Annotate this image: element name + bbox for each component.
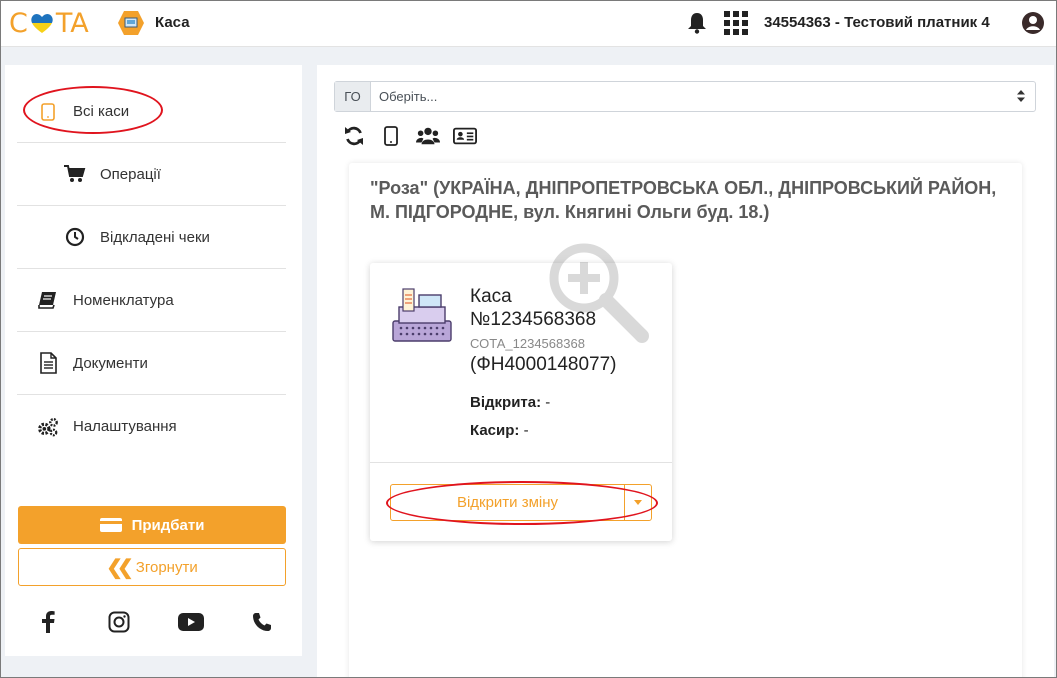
cashier-value: - — [519, 422, 529, 439]
sidebar-menu: Всі каси Операції Відкладені чеки Номенк… — [17, 81, 286, 458]
credit-card-icon — [99, 518, 122, 532]
account-label[interactable]: 34554363 - Тестовий платник 4 — [764, 14, 990, 31]
tablet-icon[interactable] — [379, 124, 403, 148]
opened-label: Відкрита: — [470, 394, 542, 411]
instagram-icon[interactable] — [106, 609, 132, 635]
top-header: C TA Каса 34554363 - Тестовий платник 4 — [1, 1, 1056, 47]
social-links — [35, 607, 275, 637]
bell-icon[interactable] — [685, 11, 709, 35]
collapse-button-label: Згорнути — [135, 558, 198, 576]
sidebar-item-nomenclature[interactable]: Номенклатура — [17, 269, 286, 332]
sidebar-item-label: Номенклатура — [73, 291, 174, 309]
go-select[interactable]: ГО Оберіть... — [334, 81, 1036, 112]
sidebar-item-label: Налаштування — [73, 418, 177, 435]
logo-text-left: C — [9, 7, 28, 39]
document-icon — [37, 352, 59, 374]
facebook-icon[interactable] — [35, 609, 61, 635]
apps-grid-icon[interactable] — [724, 11, 748, 35]
refresh-icon[interactable] — [342, 124, 366, 148]
book-icon — [37, 289, 59, 311]
go-select-prefix: ГО — [335, 82, 371, 111]
sidebar-item-operations[interactable]: Операції — [17, 143, 286, 206]
store-title: "Роза" (УКРАЇНА, ДНІПРОПЕТРОВСЬКА ОБЛ., … — [370, 178, 997, 222]
toolbar — [342, 124, 490, 148]
cashbox-app-icon — [118, 11, 144, 35]
cart-icon — [64, 163, 86, 185]
sidebar: Всі каси Операції Відкладені чеки Номенк… — [5, 65, 302, 656]
double-chevron-left-icon: ❮❮ — [106, 556, 133, 579]
buy-button-label: Придбати — [131, 516, 205, 534]
sidebar-item-label: Відкладені чеки — [100, 228, 210, 246]
youtube-icon[interactable] — [177, 609, 204, 635]
app-window: C TA Каса 34554363 - Тестовий платник 4 … — [0, 0, 1057, 678]
heart-logo-icon — [31, 14, 53, 33]
sota-logo[interactable]: C TA — [9, 7, 89, 39]
go-select-value[interactable]: Оберіть... — [371, 82, 1035, 111]
users-icon[interactable] — [416, 124, 440, 148]
select-arrows-icon — [1017, 90, 1025, 102]
sidebar-item-all-cash-registers[interactable]: Всі каси — [17, 81, 286, 143]
open-shift-split-button: Відкрити зміну — [390, 484, 652, 521]
phone-icon[interactable] — [249, 609, 275, 635]
open-shift-dropdown-toggle[interactable] — [624, 485, 651, 520]
open-shift-button[interactable]: Відкрити зміну — [391, 485, 624, 520]
caret-down-icon — [634, 500, 642, 505]
store-panel: "Роза" (УКРАЇНА, ДНІПРОПЕТРОВСЬКА ОБЛ., … — [349, 163, 1022, 677]
cash-register-card: Каса №1234568368 СОТА_1234568368 (ФН4000… — [370, 263, 672, 541]
cash-register-icon — [392, 288, 452, 342]
buy-button[interactable]: Придбати — [18, 506, 286, 544]
logo-text-right: TA — [55, 7, 89, 39]
cash-register-code: СОТА_1234568368 — [470, 336, 585, 351]
opened-status: Відкрита: - — [470, 394, 550, 411]
collapse-button[interactable]: ❮❮ Згорнути — [18, 548, 286, 586]
id-card-icon[interactable] — [453, 124, 477, 148]
cash-name-line2: №1234568368 — [470, 309, 597, 330]
sidebar-item-deferred-checks[interactable]: Відкладені чеки — [17, 206, 286, 269]
clock-icon — [64, 226, 86, 248]
opened-value: - — [541, 394, 551, 411]
sidebar-item-label: Всі каси — [73, 103, 130, 120]
gears-icon — [37, 416, 59, 438]
fiscal-number: (ФН4000148077) — [470, 354, 617, 375]
user-circle-icon[interactable] — [1021, 11, 1045, 35]
sidebar-item-settings[interactable]: Налаштування — [17, 395, 286, 458]
sidebar-item-label: Операції — [100, 165, 161, 183]
sidebar-item-label: Документи — [73, 354, 148, 372]
card-divider — [370, 462, 672, 463]
app-title: Каса — [155, 14, 190, 31]
sidebar-item-documents[interactable]: Документи — [17, 332, 286, 395]
cash-name-line1: Каса — [470, 286, 512, 307]
go-select-value-text: Оберіть... — [379, 89, 438, 104]
tablet-icon — [37, 101, 59, 123]
cash-register-name: Каса №1234568368 — [470, 285, 596, 331]
cashier-status: Касир: - — [470, 422, 529, 439]
cashier-label: Касир: — [470, 422, 520, 439]
main-content: ГО Оберіть... "Роза" (УКРАЇНА, ДНІПРОПЕТ… — [317, 65, 1054, 677]
